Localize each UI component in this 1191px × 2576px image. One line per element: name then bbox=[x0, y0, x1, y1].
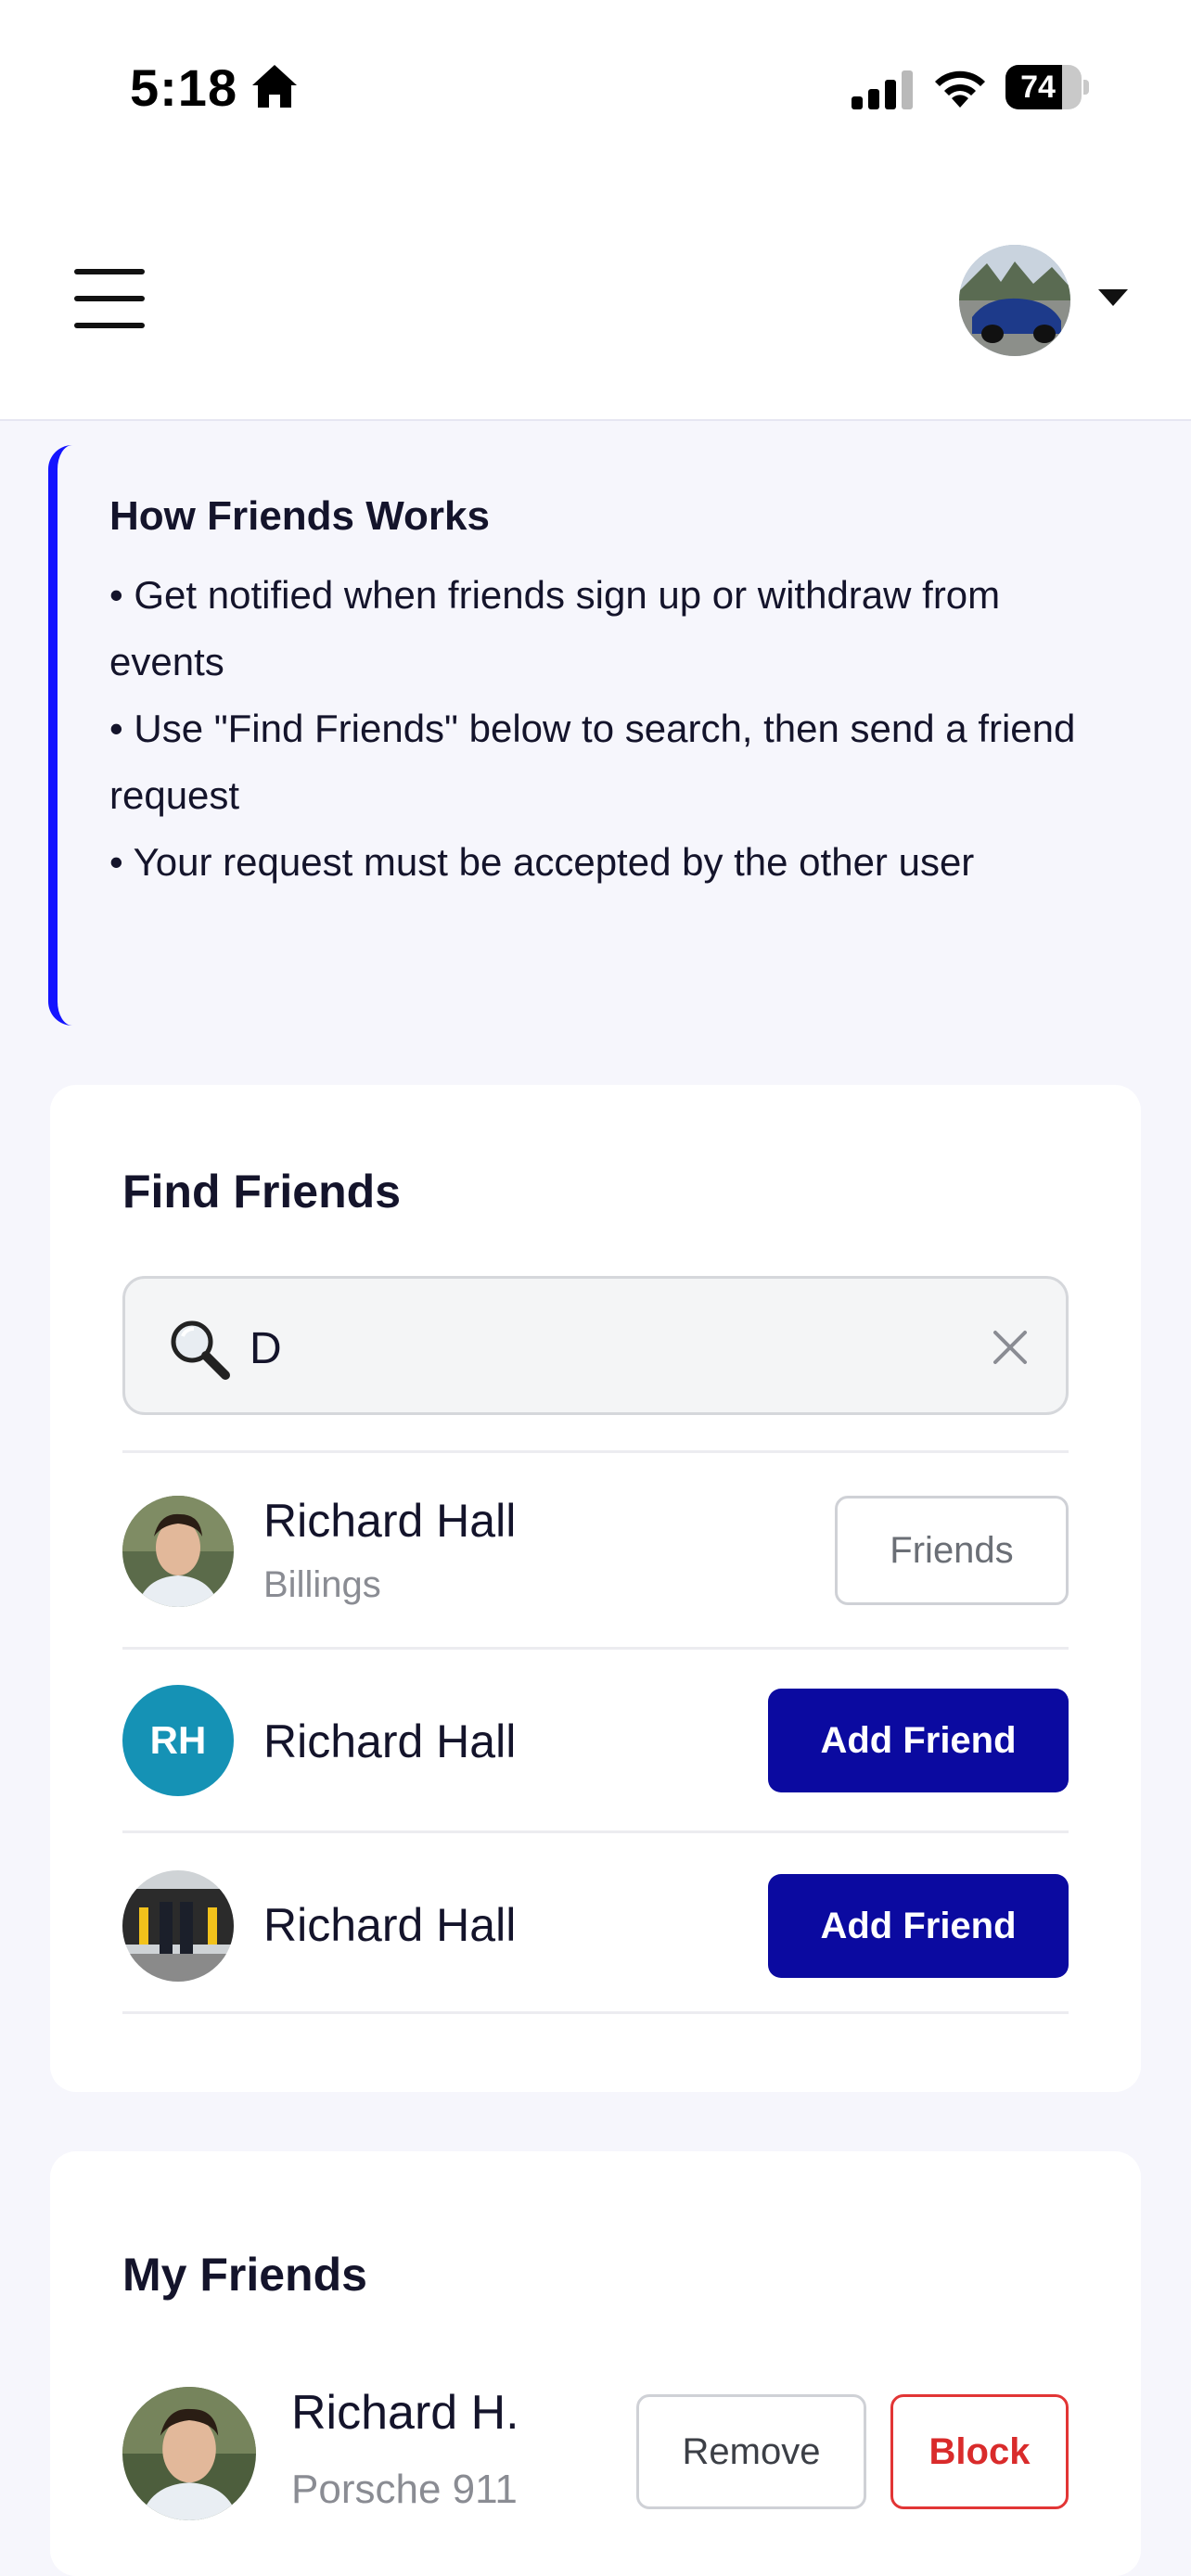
search-result-row: RH Richard Hall Add Friend bbox=[122, 1647, 1069, 1830]
app-header bbox=[0, 176, 1191, 421]
avatar: RH bbox=[122, 1685, 234, 1796]
home-icon bbox=[252, 65, 297, 108]
chevron-down-icon[interactable] bbox=[1098, 289, 1128, 306]
friend-name: Richard Hall bbox=[263, 1495, 517, 1547]
search-box[interactable] bbox=[122, 1276, 1069, 1415]
add-friend-button[interactable]: Add Friend bbox=[768, 1689, 1069, 1792]
friend-car: Porsche 911 bbox=[291, 2467, 518, 2512]
avatar bbox=[122, 1870, 234, 1982]
avatar bbox=[122, 2387, 256, 2520]
info-line: • Your request must be accepted by the o… bbox=[109, 840, 975, 884]
battery-icon: 74 bbox=[1005, 65, 1089, 109]
battery-percentage: 74 bbox=[1020, 70, 1056, 105]
friends-status-button[interactable]: Friends bbox=[835, 1496, 1069, 1605]
how-friends-works-callout: How Friends Works • Get notified when fr… bbox=[48, 445, 1143, 1026]
friend-name: Richard H. bbox=[291, 2386, 519, 2440]
info-line: • Use "Find Friends" below to search, th… bbox=[109, 707, 1076, 817]
my-friends-title: My Friends bbox=[122, 2249, 367, 2301]
block-friend-button[interactable]: Block bbox=[890, 2394, 1069, 2509]
info-line: • Get notified when friends sign up or w… bbox=[109, 573, 1001, 683]
avatar bbox=[122, 1496, 234, 1607]
find-friends-card: Find Friends Richard Hall Billings Frien… bbox=[50, 1085, 1141, 2092]
avatar-initials: RH bbox=[122, 1685, 234, 1796]
status-bar: 5:18 74 bbox=[0, 0, 1191, 176]
search-icon bbox=[171, 1320, 230, 1380]
profile-avatar[interactable] bbox=[959, 245, 1070, 356]
search-input[interactable] bbox=[250, 1312, 954, 1384]
add-friend-button[interactable]: Add Friend bbox=[768, 1874, 1069, 1978]
menu-icon[interactable] bbox=[74, 269, 145, 328]
friend-location: Billings bbox=[263, 1564, 381, 1605]
search-result-row: Richard Hall Add Friend bbox=[122, 1830, 1069, 2014]
wifi-icon bbox=[935, 70, 985, 108]
remove-friend-button[interactable]: Remove bbox=[636, 2394, 866, 2509]
search-result-row: Richard Hall Billings Friends bbox=[122, 1450, 1069, 1647]
close-icon[interactable] bbox=[990, 1327, 1031, 1368]
friend-name: Richard Hall bbox=[263, 1715, 517, 1767]
status-time: 5:18 bbox=[130, 58, 238, 117]
info-title: How Friends Works bbox=[109, 493, 490, 539]
friend-name: Richard Hall bbox=[263, 1899, 517, 1951]
my-friends-card: My Friends Richard H. Porsche 911 Remove… bbox=[50, 2151, 1141, 2576]
cellular-signal-icon bbox=[852, 70, 913, 109]
find-friends-title: Find Friends bbox=[122, 1166, 401, 1218]
